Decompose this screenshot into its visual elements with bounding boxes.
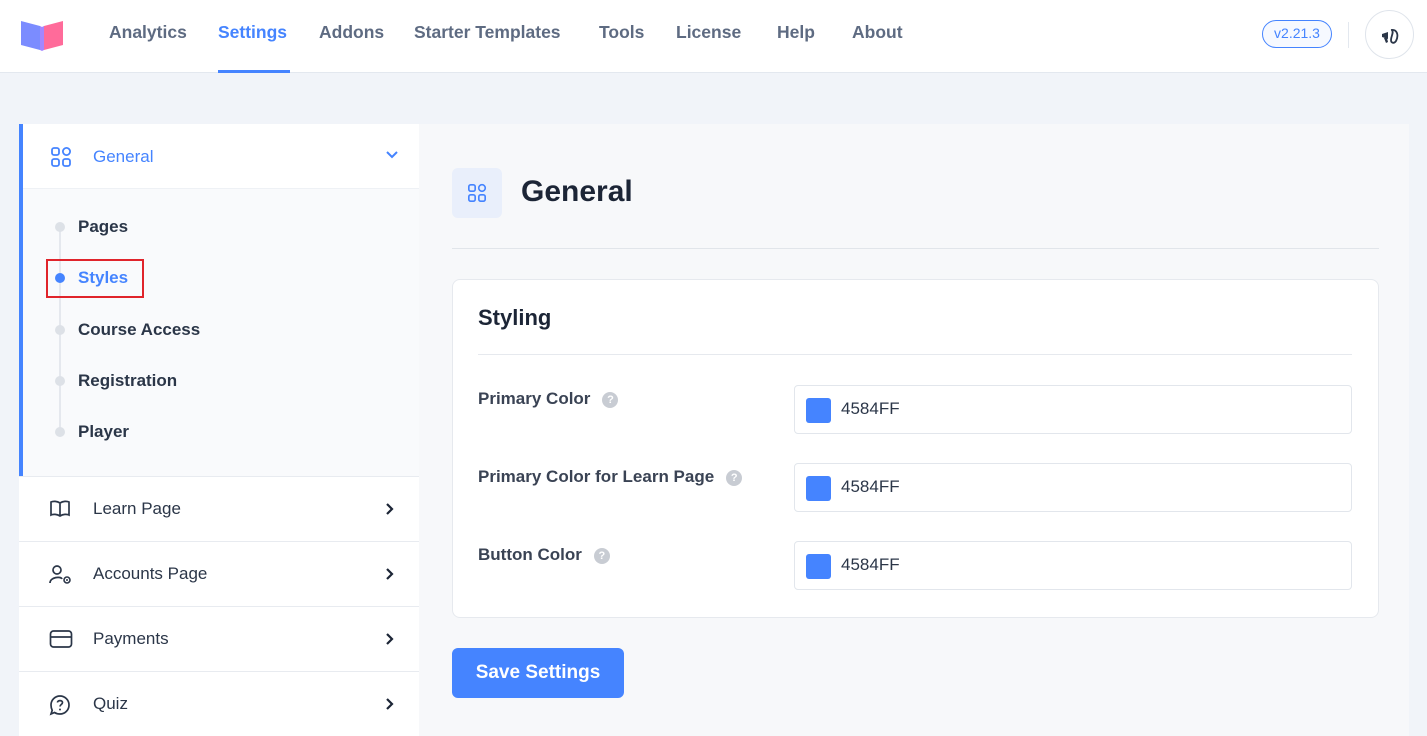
submenu-item-registration[interactable]: Registration — [78, 371, 177, 391]
submenu-dot — [55, 376, 65, 386]
title-divider — [452, 248, 1379, 249]
button-color-input[interactable]: 4584FF — [794, 541, 1352, 590]
submenu-item-player[interactable]: Player — [78, 422, 129, 442]
learn-page-color-input[interactable]: 4584FF — [794, 463, 1352, 512]
learn-page-color-label: Primary Color for Learn Page? — [478, 467, 743, 487]
user-gear-icon — [49, 565, 71, 584]
logo-icon — [21, 21, 63, 51]
nav-about[interactable]: About — [852, 22, 903, 43]
sidebar-item-label: Quiz — [93, 694, 128, 713]
color-swatch[interactable] — [806, 554, 831, 579]
selection-highlight — [46, 259, 144, 298]
book-open-icon — [50, 500, 70, 518]
button-color-label: Button Color? — [478, 545, 610, 565]
credit-card-icon — [49, 630, 73, 648]
nav-license[interactable]: License — [676, 22, 741, 43]
top-navigation-bar: Analytics Settings Addons Starter Templa… — [0, 0, 1427, 73]
color-value: 4584FF — [841, 399, 900, 418]
color-value: 4584FF — [841, 555, 900, 574]
sidebar-item-label: Accounts Page — [93, 564, 208, 583]
color-value: 4584FF — [841, 477, 900, 496]
submenu-item-course-access[interactable]: Course Access — [78, 320, 200, 340]
header-divider — [1348, 22, 1349, 48]
section-title: Styling — [478, 305, 552, 330]
sidebar-item-general[interactable]: General — [23, 124, 419, 189]
sidebar-item-quiz[interactable]: Quiz — [19, 671, 419, 736]
nav-tools[interactable]: Tools — [599, 22, 644, 43]
section-divider — [478, 354, 1352, 355]
sidebar-item-learn-page[interactable]: Learn Page — [19, 476, 419, 541]
nav-settings[interactable]: Settings — [218, 22, 287, 43]
page-title: General — [521, 175, 633, 208]
grid-icon — [51, 147, 71, 167]
help-icon[interactable]: ? — [593, 548, 610, 564]
quiz-icon — [49, 695, 70, 716]
color-swatch[interactable] — [806, 476, 831, 501]
submenu-dot — [55, 222, 65, 232]
chevron-right-icon — [386, 633, 394, 645]
submenu-dot — [55, 325, 65, 335]
sidebar-item-label: General — [93, 147, 154, 166]
help-icon[interactable]: ? — [726, 470, 743, 486]
chevron-right-icon — [386, 503, 394, 515]
nav-analytics[interactable]: Analytics — [109, 22, 187, 43]
active-tab-indicator — [218, 70, 290, 73]
announcement-button[interactable] — [1365, 10, 1414, 59]
save-settings-button[interactable]: Save Settings — [452, 648, 624, 698]
sidebar-item-payments[interactable]: Payments — [19, 606, 419, 671]
sidebar-item-label: Payments — [93, 629, 169, 648]
nav-help[interactable]: Help — [777, 22, 815, 43]
color-swatch[interactable] — [806, 398, 831, 423]
chevron-right-icon — [386, 698, 394, 710]
chevron-right-icon — [386, 568, 394, 580]
submenu-dot — [55, 427, 65, 437]
page-title-icon-wrapper — [452, 168, 502, 218]
sidebar-item-label: Learn Page — [93, 499, 181, 518]
help-icon[interactable]: ? — [602, 392, 619, 408]
megaphone-icon — [1382, 29, 1399, 44]
field-label-text: Button Color — [478, 545, 582, 564]
submenu-item-pages[interactable]: Pages — [78, 217, 128, 237]
grid-icon — [468, 183, 487, 202]
nav-addons[interactable]: Addons — [319, 22, 384, 43]
sidebar-item-accounts-page[interactable]: Accounts Page — [19, 541, 419, 606]
field-label-text: Primary Color for Learn Page — [478, 467, 715, 486]
primary-color-input[interactable]: 4584FF — [794, 385, 1352, 434]
field-label-text: Primary Color — [478, 389, 591, 408]
chevron-down-icon — [386, 151, 398, 159]
nav-starter-templates[interactable]: Starter Templates — [414, 22, 561, 43]
primary-color-label: Primary Color? — [478, 389, 619, 409]
version-badge[interactable]: v2.21.3 — [1262, 20, 1332, 48]
